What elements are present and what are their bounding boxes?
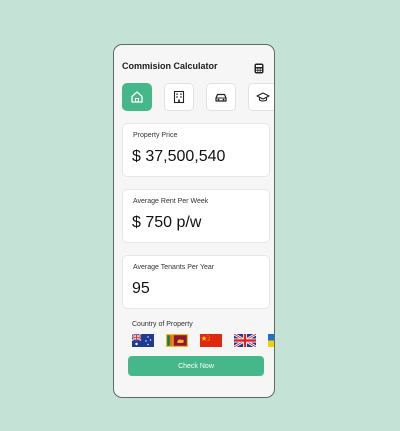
united-kingdom-flag[interactable]: [234, 334, 256, 347]
app-title: Commision Calculator: [122, 61, 218, 71]
average-tenants-value[interactable]: 95: [132, 280, 150, 298]
building-icon: [173, 90, 185, 104]
calculator-screen: Commision Calculator Property Price $ 37…: [113, 44, 275, 398]
china-flag[interactable]: [200, 334, 222, 347]
average-rent-value[interactable]: $ 750 p/w: [132, 214, 201, 232]
app-header: Commision Calculator: [122, 61, 266, 75]
category-home-button[interactable]: [122, 83, 152, 111]
property-price-label: Property Price: [133, 132, 178, 139]
home-icon: [131, 91, 143, 103]
country-flags: [132, 334, 274, 348]
australia-flag[interactable]: [132, 334, 154, 347]
property-price-value[interactable]: $ 37,500,540: [132, 148, 225, 166]
graduation-cap-icon: [256, 92, 270, 102]
category-selector: [122, 83, 274, 113]
check-now-button[interactable]: Check Now: [128, 356, 264, 376]
property-price-card[interactable]: Property Price $ 37,500,540: [122, 123, 270, 177]
car-icon: [215, 93, 227, 102]
average-rent-label: Average Rent Per Week: [133, 198, 209, 205]
category-education-button[interactable]: [248, 83, 274, 111]
average-tenants-card[interactable]: Average Tenants Per Year 95: [122, 255, 270, 309]
country-label: Country of Property: [132, 321, 193, 328]
category-car-button[interactable]: [206, 83, 236, 111]
ukraine-flag[interactable]: [268, 334, 274, 347]
average-rent-card[interactable]: Average Rent Per Week $ 750 p/w: [122, 189, 270, 243]
category-building-button[interactable]: [164, 83, 194, 111]
sri-lanka-flag[interactable]: [166, 334, 188, 347]
calculator-icon[interactable]: [254, 61, 264, 74]
average-tenants-label: Average Tenants Per Year: [133, 264, 215, 271]
